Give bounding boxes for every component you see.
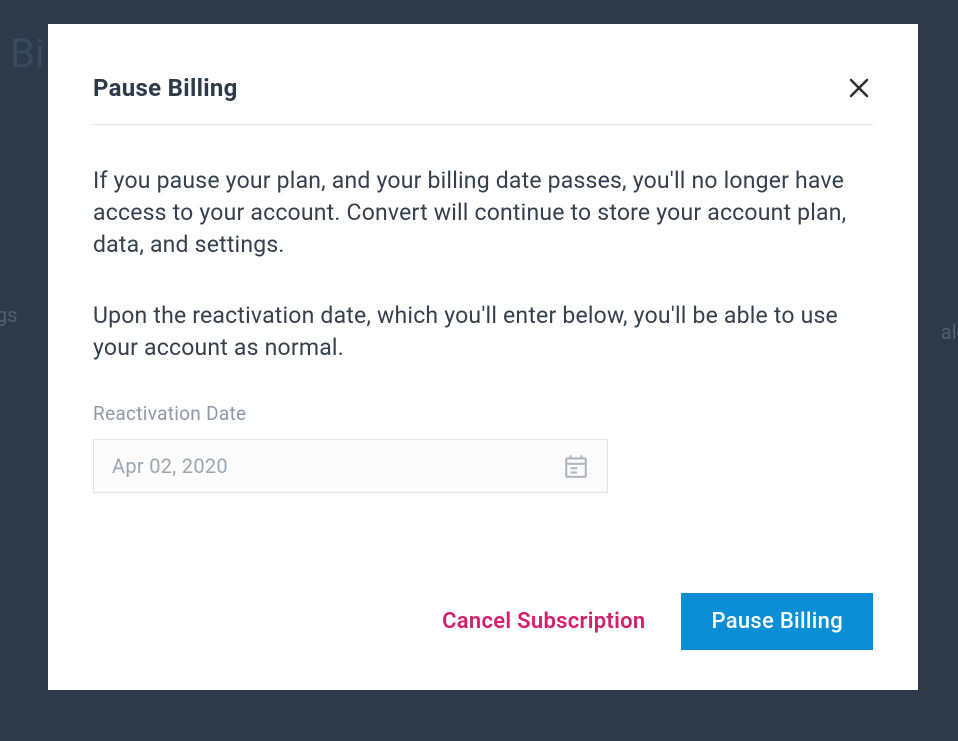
background-page-title: Bi: [10, 30, 45, 77]
modal-paragraph-2: Upon the reactivation date, which you'll…: [93, 300, 873, 364]
reactivation-date-input[interactable]: [112, 454, 563, 478]
background-sidebar: n te ings: [0, 160, 17, 346]
reactivation-date-label: Reactivation Date: [93, 402, 873, 425]
pause-billing-modal: Pause Billing If you pause your plan, an…: [48, 24, 918, 690]
bg-nav-item: ings: [0, 284, 17, 346]
modal-paragraph-1: If you pause your plan, and your billing…: [93, 165, 873, 262]
modal-body: If you pause your plan, and your billing…: [93, 165, 873, 493]
bg-right-fragment: alo: [941, 320, 958, 344]
close-button[interactable]: [845, 74, 873, 102]
calendar-icon: [563, 453, 589, 479]
cancel-subscription-button[interactable]: Cancel Subscription: [442, 609, 645, 634]
bg-nav-item: n: [0, 160, 17, 222]
bg-nav-item: te: [0, 222, 17, 284]
modal-title: Pause Billing: [93, 74, 238, 102]
modal-header: Pause Billing: [93, 74, 873, 125]
pause-billing-button[interactable]: Pause Billing: [681, 593, 873, 650]
close-icon: [847, 76, 871, 100]
modal-footer: Cancel Subscription Pause Billing: [93, 593, 873, 650]
reactivation-date-field[interactable]: [93, 439, 608, 493]
